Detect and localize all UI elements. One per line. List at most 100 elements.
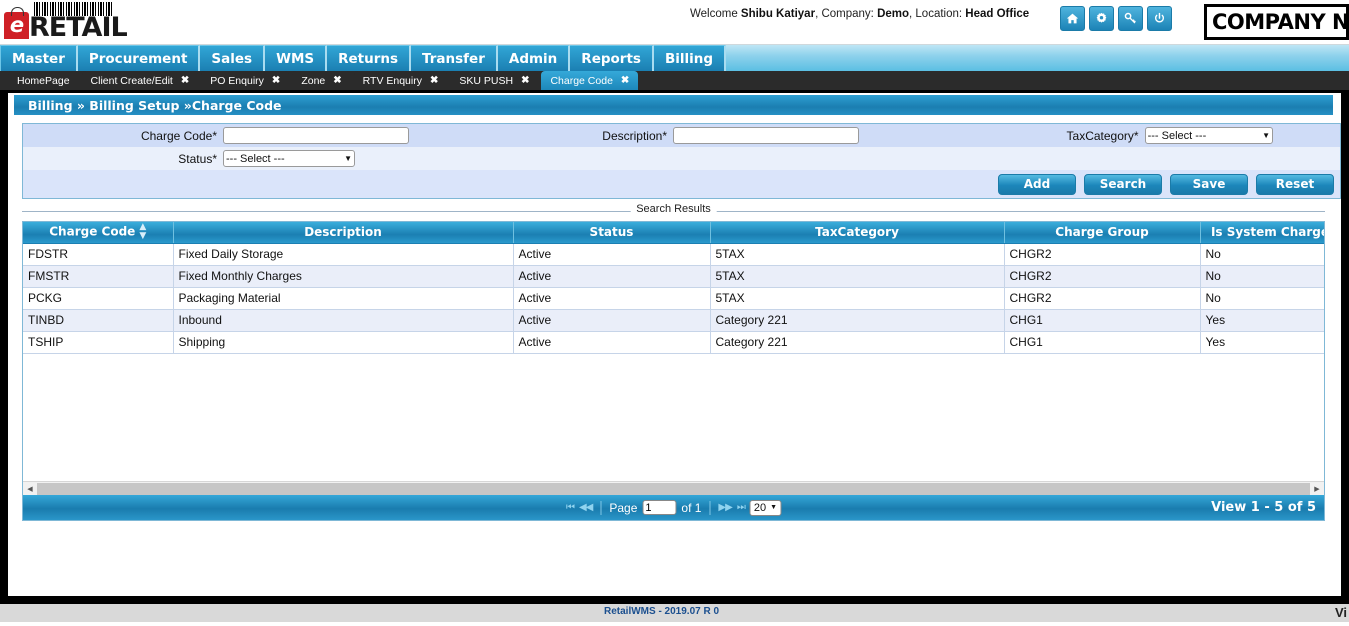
- page-size-select[interactable]: 20 ▼: [749, 499, 782, 516]
- header-icon-group: [1060, 6, 1172, 31]
- form-row-2: Status* --- Select --- ▼: [23, 147, 1340, 170]
- column-header-charge-group[interactable]: Charge Group: [1004, 222, 1201, 244]
- menu-item-reports[interactable]: Reports: [570, 45, 654, 71]
- tab-rtv-enquiry[interactable]: RTV Enquiry ✖: [353, 71, 448, 90]
- tab-charge-code[interactable]: Charge Code ✖: [541, 71, 639, 90]
- taxcategory-select[interactable]: --- Select --- ▼: [1144, 127, 1273, 144]
- pagination-bar: ⏮ ◀◀ Page of 1 ▶▶ ⏭ 20 ▼ View 1 - 5 of 5: [23, 495, 1324, 520]
- add-button[interactable]: Add: [998, 173, 1076, 195]
- tab-close-icon[interactable]: ✖: [181, 75, 189, 86]
- page-label: Page: [609, 500, 638, 515]
- chevron-down-icon: ▼: [770, 504, 778, 511]
- user-name: Shibu Katiyar: [740, 8, 816, 20]
- table-row[interactable]: TINBD Inbound Active Category 221 CHG1 Y…: [23, 309, 1324, 332]
- pager-divider: [600, 500, 602, 515]
- search-button[interactable]: Search: [1084, 173, 1162, 195]
- cell-description: Packaging Material: [173, 287, 514, 310]
- tab-close-icon[interactable]: ✖: [621, 75, 629, 86]
- welcome-bar: Welcome Shibu Katiyar, Company: Demo, Lo…: [690, 8, 1029, 20]
- app-logo: e RETAIL: [4, 0, 134, 45]
- company-name-box: COMPANY NAM: [1204, 4, 1349, 40]
- next-page-icon[interactable]: ▶▶: [718, 502, 732, 513]
- menu-item-admin[interactable]: Admin: [497, 45, 571, 71]
- tab-close-icon[interactable]: ✖: [272, 75, 280, 86]
- cell-taxcategory: Category 221: [710, 309, 1005, 332]
- results-table: Charge Code ▲ ▼ Description Status TaxCate…: [23, 222, 1324, 354]
- page-inner: Billing » Billing Setup »Charge Code Cha…: [8, 95, 1341, 596]
- chevron-down-icon: ▼: [344, 154, 352, 163]
- page-number-input[interactable]: [642, 500, 677, 515]
- sort-indicator-icon: ▲ ▼: [139, 222, 147, 242]
- menu-item-master[interactable]: Master: [0, 45, 78, 71]
- home-icon[interactable]: [1060, 6, 1085, 31]
- location-value: Head Office: [965, 8, 1030, 20]
- pager-divider: [709, 500, 711, 515]
- results-grid-scroll[interactable]: Charge Code ▲ ▼ Description Status TaxCate…: [23, 222, 1324, 481]
- column-header-charge-code[interactable]: Charge Code ▲ ▼: [23, 222, 174, 244]
- menu-item-billing[interactable]: Billing: [653, 45, 727, 71]
- charge-code-input[interactable]: [223, 127, 409, 144]
- cell-charge-code: TSHIP: [23, 331, 174, 354]
- table-row[interactable]: FMSTR Fixed Monthly Charges Active 5TAX …: [23, 265, 1324, 288]
- column-header-description[interactable]: Description: [173, 222, 514, 244]
- cell-taxcategory: 5TAX: [710, 287, 1005, 310]
- last-page-icon[interactable]: ⏭: [737, 502, 746, 513]
- scroll-track[interactable]: [37, 482, 1310, 495]
- menu-item-returns[interactable]: Returns: [327, 45, 412, 71]
- cell-charge-code: PCKG: [23, 287, 174, 310]
- cell-status: Active: [513, 331, 711, 354]
- save-button[interactable]: Save: [1170, 173, 1248, 195]
- cell-description: Shipping: [173, 331, 514, 354]
- gear-icon[interactable]: [1089, 6, 1114, 31]
- cell-description: Inbound: [173, 309, 514, 332]
- tab-close-icon[interactable]: ✖: [521, 75, 529, 86]
- column-header-status[interactable]: Status: [513, 222, 711, 244]
- cell-charge-group: CHGR2: [1004, 265, 1201, 288]
- company-value: Demo: [877, 8, 910, 20]
- cell-charge-group: CHG1: [1004, 309, 1201, 332]
- menu-item-sales[interactable]: Sales: [200, 45, 266, 71]
- form-row-1: Charge Code* Description* TaxCategory* -…: [23, 124, 1340, 147]
- menu-item-procurement[interactable]: Procurement: [77, 45, 201, 71]
- cell-is-system-charge: Yes: [1200, 331, 1324, 354]
- tab-strip: HomePage Client Create/Edit ✖ PO Enquiry…: [0, 71, 1349, 93]
- horizontal-scrollbar[interactable]: ◀ ▶: [23, 481, 1324, 495]
- menu-item-transfer[interactable]: Transfer: [411, 45, 498, 71]
- power-icon[interactable]: [1147, 6, 1172, 31]
- cell-charge-group: CHGR2: [1004, 287, 1201, 310]
- first-page-icon[interactable]: ⏮: [566, 502, 575, 513]
- tab-sku-push[interactable]: SKU PUSH ✖: [450, 71, 539, 90]
- tab-client-create-edit[interactable]: Client Create/Edit ✖: [81, 71, 199, 90]
- column-header-is-system-charge[interactable]: Is System Charge: [1200, 222, 1324, 244]
- view-summary: View 1 - 5 of 5: [1211, 500, 1316, 515]
- column-header-taxcategory[interactable]: TaxCategory: [710, 222, 1005, 244]
- tab-label: SKU PUSH: [459, 74, 514, 87]
- table-row[interactable]: PCKG Packaging Material Active 5TAX CHGR…: [23, 287, 1324, 310]
- tab-po-enquiry[interactable]: PO Enquiry ✖: [201, 71, 290, 90]
- key-icon[interactable]: [1118, 6, 1143, 31]
- status-select[interactable]: --- Select --- ▼: [223, 150, 355, 167]
- field-charge-code: Charge Code*: [23, 127, 428, 144]
- scroll-left-icon[interactable]: ◀: [23, 482, 37, 495]
- page-area: Billing » Billing Setup »Charge Code Cha…: [0, 93, 1349, 596]
- cell-is-system-charge: No: [1200, 265, 1324, 288]
- prev-page-icon[interactable]: ◀◀: [579, 502, 593, 513]
- scroll-right-icon[interactable]: ▶: [1310, 482, 1324, 495]
- menu-item-wms[interactable]: WMS: [265, 45, 328, 71]
- status-selected-value: --- Select ---: [226, 152, 285, 165]
- tab-zone[interactable]: Zone ✖: [292, 71, 351, 90]
- company-name-text: COMPANY NAM: [1212, 10, 1349, 34]
- field-status: Status* --- Select --- ▼: [23, 150, 428, 167]
- tab-close-icon[interactable]: ✖: [333, 75, 341, 86]
- table-row[interactable]: FDSTR Fixed Daily Storage Active 5TAX CH…: [23, 243, 1324, 266]
- main-menu: Master Procurement Sales WMS Returns Tra…: [0, 45, 1349, 71]
- tab-close-icon[interactable]: ✖: [430, 75, 438, 86]
- page-of-label: of 1: [681, 500, 702, 515]
- table-row[interactable]: TSHIP Shipping Active Category 221 CHG1 …: [23, 331, 1324, 354]
- reset-button[interactable]: Reset: [1256, 173, 1334, 195]
- search-form-panel: Charge Code* Description* TaxCategory* -…: [22, 123, 1341, 199]
- charge-code-label: Charge Code*: [140, 128, 217, 143]
- tab-homepage[interactable]: HomePage: [8, 71, 79, 90]
- description-input[interactable]: [673, 127, 859, 144]
- logo-name: RETAIL: [29, 12, 128, 43]
